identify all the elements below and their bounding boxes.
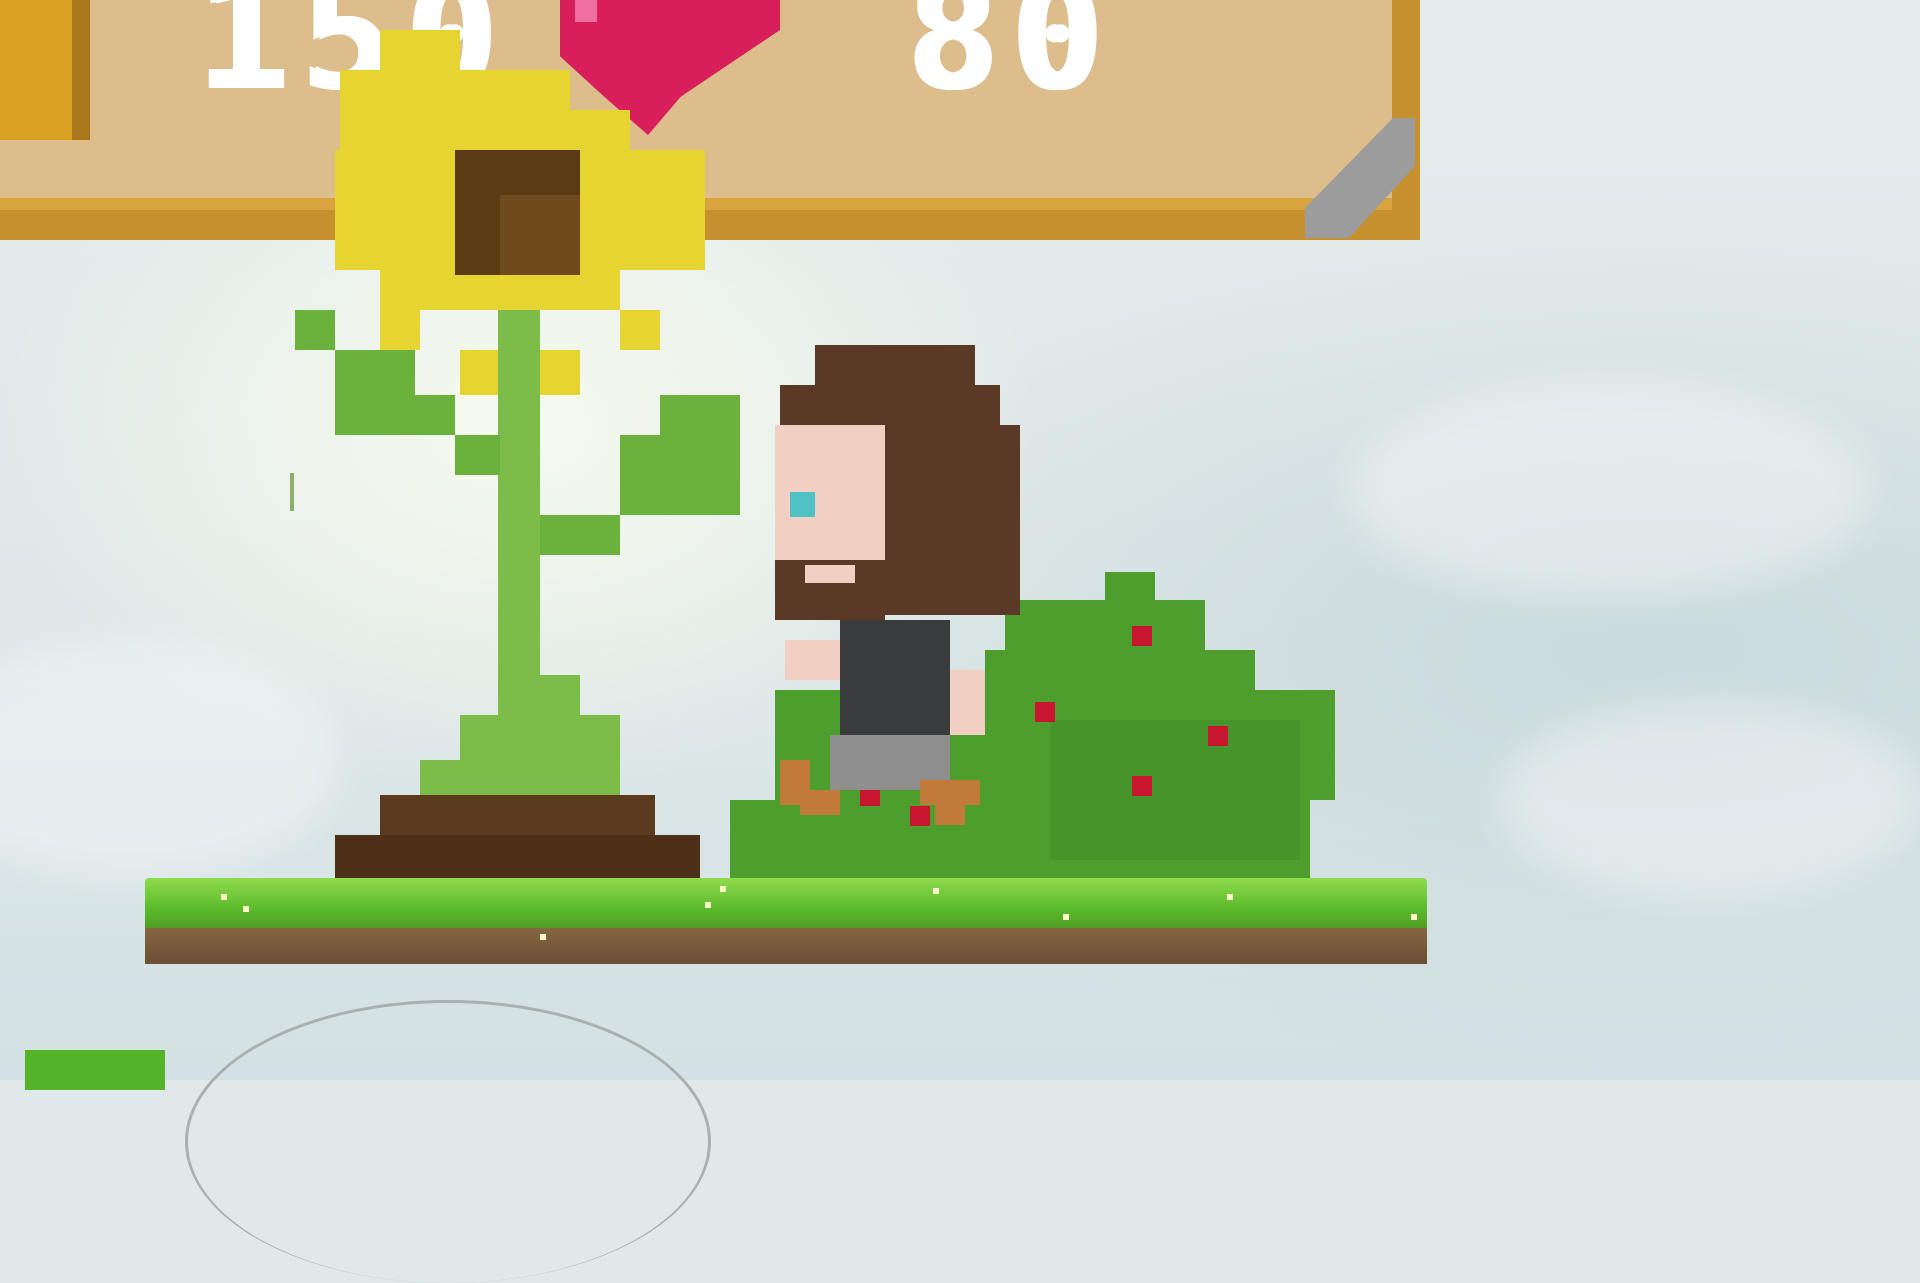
grass-sparkle: [243, 906, 249, 912]
character-arm: [785, 640, 840, 680]
sunflower-leaf: [295, 310, 335, 350]
grass-sparkle: [1411, 914, 1417, 920]
grass-sparkle: [221, 894, 227, 900]
tick-mark: [290, 473, 294, 511]
berry: [910, 806, 930, 826]
grass-sparkle: [1227, 894, 1233, 900]
flower-pot-dirt: [380, 795, 655, 835]
platform-edge: [25, 1050, 165, 1090]
character-eye: [790, 492, 815, 517]
ground-grass: [145, 878, 1427, 928]
sunflower-stem: [498, 310, 540, 730]
grass-sparkle: [933, 888, 939, 894]
grass-sparkle: [720, 886, 726, 892]
grass-sparkle: [705, 902, 711, 908]
cloud: [1350, 380, 1870, 600]
score-count: 80: [905, 0, 1114, 124]
coin-icon: [0, 0, 90, 140]
cloud: [1500, 700, 1920, 900]
character-hair: [815, 345, 975, 385]
jump-arc: [185, 1000, 711, 1283]
berry: [1132, 776, 1152, 796]
ground-dirt: [145, 922, 1427, 964]
grass-sparkle: [1063, 914, 1069, 920]
grass-sparkle: [540, 934, 546, 940]
ground-platform: [145, 878, 1427, 964]
berry: [1208, 726, 1228, 746]
berry: [1132, 626, 1152, 646]
sunflower-leaf: [660, 395, 740, 435]
berry: [1035, 702, 1055, 722]
sunflower-petals: [380, 30, 460, 70]
character-shirt: [840, 620, 950, 740]
heart-highlight: [575, 0, 597, 22]
